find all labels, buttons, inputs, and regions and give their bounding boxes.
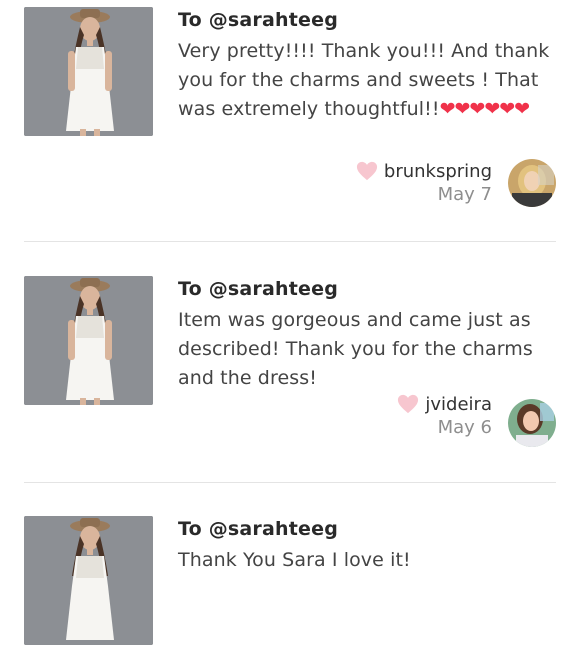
review-recipient[interactable]: To @sarahteeg — [178, 278, 338, 300]
dress-photo — [24, 7, 153, 136]
review-date: May 7 — [437, 184, 492, 205]
review-recipient[interactable]: To @sarahteeg — [178, 518, 338, 540]
dress-photo — [24, 276, 153, 405]
reviewer-username[interactable]: jvideira — [425, 394, 492, 415]
user-photo — [508, 399, 556, 447]
heart-icon[interactable] — [397, 393, 419, 415]
review-recipient[interactable]: To @sarahteeg — [178, 9, 338, 31]
review-divider — [24, 241, 556, 242]
avatar[interactable] — [508, 399, 556, 447]
review-message: Item was gorgeous and came just as descr… — [178, 306, 550, 393]
listing-thumbnail[interactable] — [24, 516, 153, 645]
heart-icon[interactable] — [356, 160, 378, 182]
reviewer-username[interactable]: brunkspring — [384, 161, 492, 182]
review-message-text: Thank You Sara I love it! — [178, 549, 411, 571]
avatar[interactable] — [508, 159, 556, 207]
listing-thumbnail[interactable] — [24, 7, 153, 136]
dress-photo — [24, 516, 153, 645]
listing-thumbnail[interactable] — [24, 276, 153, 405]
review-author: jvideira May 6 — [397, 393, 492, 438]
review-message: Very pretty!!!! Thank you!!! And thank y… — [178, 37, 558, 124]
review-author: brunkspring May 7 — [356, 160, 492, 205]
review-date: May 6 — [437, 417, 492, 438]
review-message-text: Item was gorgeous and came just as descr… — [178, 309, 533, 389]
review-message: Thank You Sara I love it! — [178, 546, 558, 575]
user-photo — [508, 159, 556, 207]
red-heart-emoji: ❤❤❤❤❤❤ — [439, 98, 531, 120]
review-divider — [24, 482, 556, 483]
